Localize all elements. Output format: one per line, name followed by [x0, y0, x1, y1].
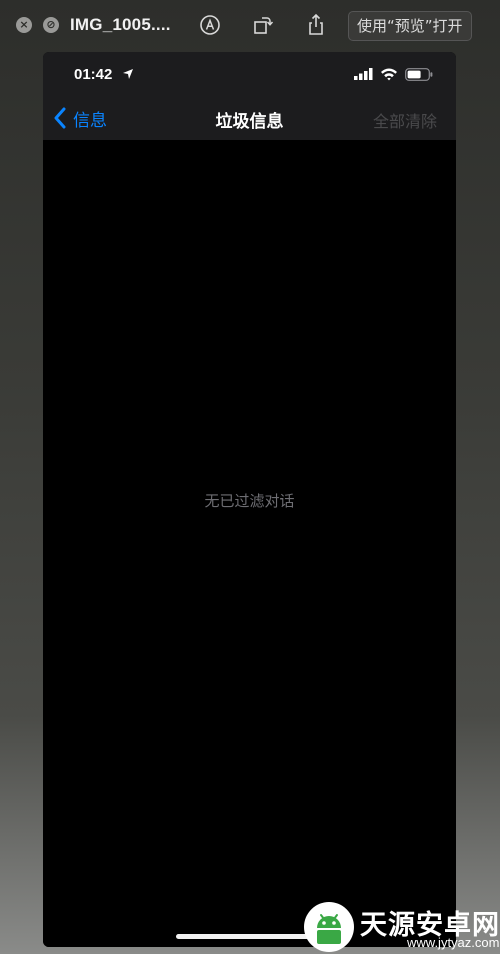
phone-screenshot: 01:42 信息 垃圾信息 全部清除 无已过滤对话 [43, 52, 456, 947]
android-logo-icon [304, 902, 354, 952]
status-bar: 01:42 [43, 52, 456, 96]
cellular-signal-icon [354, 68, 373, 80]
navigation-bar: 信息 垃圾信息 全部清除 [43, 96, 456, 140]
share-icon[interactable] [303, 12, 329, 38]
open-in-preview-button[interactable]: 使用“预览”打开 [348, 11, 472, 41]
wifi-icon [381, 68, 397, 81]
empty-state-text: 无已过滤对话 [204, 492, 295, 510]
markup-icon[interactable] [197, 12, 223, 38]
battery-icon [405, 68, 433, 81]
site-watermark: 天源安卓网 www.jytyaz.com [302, 900, 500, 954]
file-title: IMG_1005.... [70, 15, 171, 34]
clear-all-button[interactable]: 全部清除 [373, 108, 437, 132]
home-indicator[interactable] [176, 934, 323, 939]
watermark-url: www.jytyaz.com [407, 935, 500, 950]
viewer-titlebar: × ⊘ IMG_1005.... 使用“预览”打开 [0, 0, 500, 52]
location-arrow-icon [123, 69, 133, 79]
conversation-list-area: 无已过滤对话 [43, 140, 456, 947]
rotate-icon[interactable] [249, 12, 275, 38]
close-window-icon[interactable]: × [16, 17, 32, 33]
minimize-window-icon[interactable]: ⊘ [43, 17, 59, 33]
status-time: 01:42 [74, 66, 113, 83]
